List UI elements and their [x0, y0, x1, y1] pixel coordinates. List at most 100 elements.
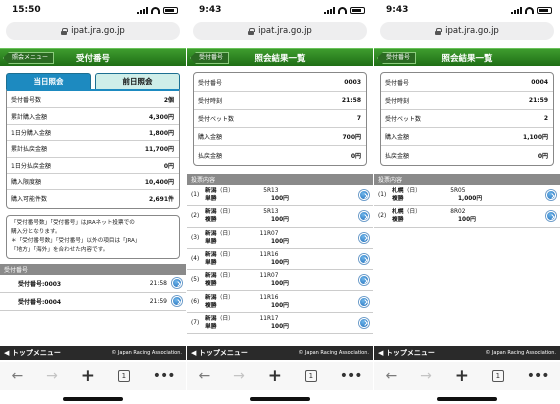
new-tab-icon[interactable]: +	[455, 366, 469, 386]
new-tab-icon[interactable]: +	[81, 366, 95, 386]
section-header: 投票内容	[374, 174, 560, 185]
result-summary: 受付番号 0004 受付時刻 21:59 受付ベット数 2 購入金額 1,100円 払戻…	[380, 72, 554, 166]
phone-screen-3: 9:43 ipat.jra.go.jp 受付番号 照会結果一覧 受付番号 0004…	[374, 0, 560, 404]
row-value: 0003	[344, 79, 361, 86]
signal-icon	[324, 6, 335, 14]
status-bar: 15:50	[0, 0, 186, 20]
phone-screen-1: 15:50 ipat.jra.go.jp 照会メニュー 受付番号 当日照会 前日…	[0, 0, 186, 404]
back-button[interactable]: 受付番号	[377, 52, 417, 64]
chevron-right-icon[interactable]	[359, 317, 369, 328]
more-icon[interactable]: •••	[340, 368, 363, 384]
chevron-right-icon[interactable]	[359, 275, 369, 286]
race-number: 8R	[450, 209, 458, 216]
vote-row[interactable]: (2) 札幌（日） 8R 複勝 02 100円	[374, 206, 560, 228]
address-bar[interactable]: ipat.jra.go.jp	[6, 22, 180, 40]
summary-row: 受付番号 0003	[194, 74, 366, 92]
chevron-right-icon[interactable]	[359, 296, 369, 307]
row-label: 受付時刻	[198, 98, 223, 105]
summary-row: 受付ベット数 2	[381, 110, 553, 128]
top-menu-link[interactable]: ◀ トップメニュー	[191, 348, 248, 358]
chevron-right-icon[interactable]	[546, 190, 556, 201]
more-icon[interactable]: •••	[527, 368, 550, 384]
signal-icon	[137, 6, 148, 14]
race-info: 新潟（日） 11R 単勝	[205, 251, 271, 267]
page-header: 受付番号 照会結果一覧	[374, 48, 560, 66]
top-menu-link[interactable]: ◀ トップメニュー	[4, 348, 61, 358]
back-button[interactable]: 受付番号	[190, 52, 230, 64]
race-info: 新潟（日） 11R 単勝	[205, 230, 271, 246]
summary-row: 受付時刻 21:59	[381, 92, 553, 110]
lock-icon	[248, 27, 256, 35]
venue: 新潟	[205, 230, 217, 237]
summary-row: 購入可能件数 2,691件	[7, 190, 179, 206]
chevron-right-icon[interactable]	[546, 211, 556, 222]
chevron-right-icon[interactable]	[359, 211, 369, 222]
horse-number: 13	[271, 209, 279, 216]
horse-number: 16	[271, 294, 279, 301]
address-bar[interactable]: ipat.jra.go.jp	[193, 22, 367, 40]
vote-row[interactable]: (5) 新潟（日） 11R 複勝 07 100円	[187, 270, 373, 292]
venue: 新潟	[205, 252, 217, 259]
bet-info: 07 100円	[271, 272, 359, 288]
wifi-icon	[525, 6, 534, 14]
bet-type: 単勝	[205, 323, 217, 330]
vote-index: (1)	[378, 192, 387, 199]
chevron-right-icon[interactable]	[172, 296, 182, 307]
bet-info: 17 100円	[271, 315, 359, 331]
vote-row[interactable]: (7) 新潟（日） 11R 単勝 17 100円	[187, 312, 373, 335]
row-label: 受付時刻	[385, 98, 410, 105]
row-label: 1日分払戻金額	[11, 162, 51, 170]
vote-row[interactable]: (2) 新潟（日） 5R 複勝 13 100円	[187, 206, 373, 228]
vote-index: (7)	[191, 319, 200, 326]
vote-row[interactable]: (3) 新潟（日） 11R 単勝 07 100円	[187, 227, 373, 249]
top-menu-link[interactable]: ◀ トップメニュー	[378, 348, 435, 358]
tabs-icon[interactable]: 1	[491, 370, 504, 382]
back-arrow-icon[interactable]: ←	[198, 368, 210, 384]
receipt-list-item[interactable]: 受付番号:0004 21:59	[0, 292, 186, 311]
back-arrow-icon[interactable]: ←	[385, 368, 397, 384]
new-tab-icon[interactable]: +	[268, 366, 282, 386]
vote-index: (3)	[191, 234, 200, 241]
row-value: 21:58	[341, 97, 361, 104]
vote-index: (5)	[191, 277, 200, 284]
vote-index: (1)	[191, 192, 200, 199]
back-arrow-icon[interactable]: ←	[11, 368, 23, 384]
home-indicator	[250, 397, 310, 401]
chevron-right-icon[interactable]	[359, 232, 369, 243]
bet-info: 16 100円	[271, 251, 359, 267]
phone-screen-2: 9:43 ipat.jra.go.jp 受付番号 照会結果一覧 受付番号 0003…	[187, 0, 373, 404]
forward-arrow-icon[interactable]: →	[46, 368, 58, 384]
copyright: © Japan Racing Association.	[111, 350, 182, 356]
chevron-right-icon[interactable]	[359, 254, 369, 265]
race-info: 新潟（日） 5R 単勝	[205, 187, 271, 203]
forward-arrow-icon[interactable]: →	[420, 368, 432, 384]
bet-amount: 100円	[458, 217, 476, 224]
vote-row[interactable]: (4) 新潟（日） 11R 単勝 16 100円	[187, 248, 373, 271]
chevron-right-icon[interactable]	[172, 278, 182, 289]
url-text: ipat.jra.go.jp	[71, 26, 125, 36]
back-menu-button[interactable]: 照会メニュー	[3, 52, 55, 64]
battery-icon	[350, 6, 365, 14]
chevron-right-icon[interactable]	[359, 190, 369, 201]
tabs-icon[interactable]: 1	[304, 370, 317, 382]
vote-row[interactable]: (1) 新潟（日） 5R 単勝 13 100円	[187, 185, 373, 207]
race-number: 11R	[259, 315, 271, 322]
vote-row[interactable]: (1) 札幌（日） 5R 複勝 05 1,000円	[374, 185, 560, 207]
row-label: 受付番号数	[11, 97, 42, 105]
row-value: 0円	[163, 162, 174, 170]
tabs-icon[interactable]: 1	[117, 370, 130, 382]
tab-previous-day[interactable]: 前日照会	[95, 73, 180, 89]
race-info: 新潟（日） 11R 単勝	[205, 315, 271, 331]
day: （日）	[216, 188, 235, 195]
receipt-list-item[interactable]: 受付番号:0003 21:58	[0, 274, 186, 293]
tab-today[interactable]: 当日照会	[6, 73, 91, 89]
forward-arrow-icon[interactable]: →	[233, 368, 245, 384]
battery-icon	[537, 6, 552, 14]
more-icon[interactable]: •••	[153, 368, 176, 384]
bet-info: 05 1,000円	[458, 187, 546, 203]
bet-amount: 100円	[271, 217, 289, 224]
vote-index: (2)	[191, 213, 200, 220]
address-bar[interactable]: ipat.jra.go.jp	[380, 22, 554, 40]
vote-row[interactable]: (6) 新潟（日） 11R 複勝 16 100円	[187, 291, 373, 313]
row-value: 2	[543, 115, 548, 122]
